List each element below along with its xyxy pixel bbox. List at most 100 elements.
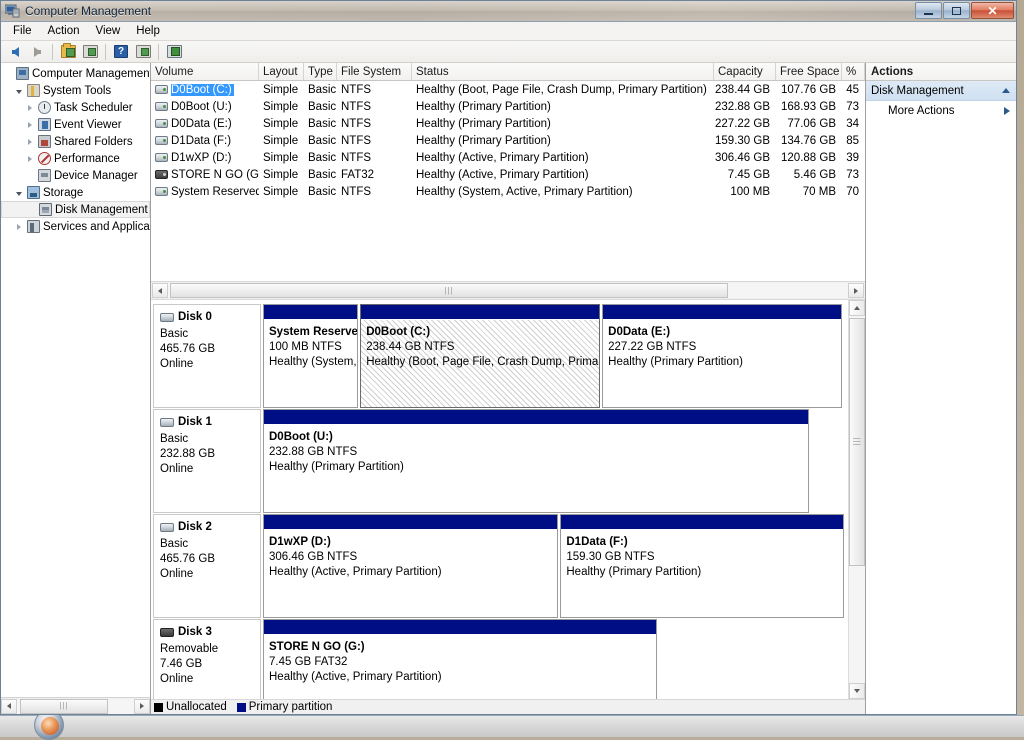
tree-scroll-left-button[interactable] — [1, 699, 17, 714]
partition-strip: System Reserved100 MB NTFSHealthy (Syste… — [261, 304, 846, 408]
expander-expanded-icon[interactable] — [12, 88, 25, 94]
legend-swatch-primary — [237, 703, 246, 712]
cell-layout: Simple — [259, 98, 304, 115]
column-header-capacity[interactable]: Capacity — [714, 63, 776, 80]
expander-expanded-icon[interactable] — [12, 190, 25, 196]
sidebar-item-label: Computer Management — [31, 68, 150, 80]
sidebar-item-task-scheduler[interactable]: Task Scheduler — [1, 99, 150, 116]
volume-row[interactable]: System ReservedSimpleBasicNTFSHealthy (S… — [151, 183, 865, 200]
cell-file-system: FAT32 — [337, 166, 412, 183]
volume-scroll-track[interactable]: ||| — [168, 283, 848, 298]
disk-info-panel[interactable]: Disk 0Basic465.76 GBOnline — [153, 304, 261, 408]
expander-collapsed-icon[interactable] — [23, 156, 36, 162]
sidebar-item-event-viewer[interactable]: Event Viewer — [1, 116, 150, 133]
forward-arrow-icon[interactable] — [27, 43, 47, 61]
minimize-button[interactable] — [915, 2, 942, 19]
volume-list-horizontal-scrollbar[interactable]: ||| — [151, 281, 865, 300]
computer-icon — [14, 67, 31, 80]
graph-scroll-thumb[interactable]: ||| — [849, 318, 865, 566]
partition[interactable]: D0Boot (C:)238.44 GB NTFSHealthy (Boot, … — [360, 304, 600, 408]
title-bar[interactable]: Computer Management ✕ — [1, 1, 1016, 22]
column-header-file-system[interactable]: File System — [337, 63, 412, 80]
cell-capacity: 232.88 GB — [714, 98, 776, 115]
volume-scroll-left-button[interactable] — [152, 283, 168, 298]
volume-row[interactable]: D0Data (E:)SimpleBasicNTFSHealthy (Prima… — [151, 115, 865, 132]
graphical-view-vertical-scrollbar[interactable]: ||| — [848, 300, 865, 699]
menu-view[interactable]: View — [88, 23, 129, 39]
column-header-type[interactable]: Type — [304, 63, 337, 80]
action-label: Disk Management — [871, 85, 964, 97]
volume-scroll-thumb[interactable]: ||| — [170, 283, 728, 298]
volume-row[interactable]: D1Data (F:)SimpleBasicNTFSHealthy (Prima… — [151, 132, 865, 149]
close-button[interactable]: ✕ — [971, 2, 1014, 19]
partition-name: System Reserved — [269, 325, 352, 340]
close-icon: ✕ — [972, 3, 1013, 18]
help-icon[interactable]: ? — [111, 43, 131, 61]
toolbar: ? — [1, 41, 1016, 63]
column-header-volume[interactable]: Volume — [151, 63, 259, 80]
up-folder-icon[interactable] — [58, 43, 78, 61]
disk-info-panel[interactable]: Disk 1Basic232.88 GBOnline — [153, 409, 261, 513]
action-disk-management[interactable]: Disk Management — [866, 81, 1016, 101]
column-header-layout[interactable]: Layout — [259, 63, 304, 80]
chevron-up-icon[interactable] — [1002, 88, 1010, 93]
sidebar-item-performance[interactable]: Performance — [1, 150, 150, 167]
tree-scroll-right-button[interactable] — [134, 699, 150, 714]
cell-percent: 70 — [842, 183, 865, 200]
expander-collapsed-icon[interactable] — [23, 105, 36, 111]
partition[interactable]: D0Data (E:)227.22 GB NTFSHealthy (Primar… — [602, 304, 842, 408]
volume-row[interactable]: D1wXP (D:)SimpleBasicNTFSHealthy (Active… — [151, 149, 865, 166]
sidebar-item-computer-management[interactable]: Computer Management — [1, 65, 150, 82]
menu-help[interactable]: Help — [128, 23, 168, 39]
partition[interactable]: D1Data (F:)159.30 GB NTFSHealthy (Primar… — [560, 514, 844, 618]
cell-type: Basic — [304, 132, 337, 149]
menu-file[interactable]: File — [5, 23, 40, 39]
tree-horizontal-scrollbar[interactable]: ||| — [1, 697, 150, 714]
cell-percent: 73 — [842, 166, 865, 183]
disk-name: Disk 2 — [178, 521, 212, 533]
chevron-right-icon[interactable] — [1004, 107, 1010, 115]
disk-state: Online — [160, 462, 260, 477]
show-hide-action-pane-icon[interactable] — [133, 43, 153, 61]
tree-scroll-track[interactable]: ||| — [17, 699, 134, 714]
volume-row[interactable]: D0Boot (U:)SimpleBasicNTFSHealthy (Prima… — [151, 98, 865, 115]
refresh-icon[interactable] — [164, 43, 184, 61]
partition[interactable]: D0Boot (U:)232.88 GB NTFSHealthy (Primar… — [263, 409, 809, 513]
volume-name: System Reserved — [171, 186, 259, 198]
menu-action[interactable]: Action — [40, 23, 88, 39]
partition-name: STORE N GO (G:) — [269, 640, 651, 655]
disk-management-icon — [37, 203, 54, 216]
show-hide-console-tree-icon[interactable] — [80, 43, 100, 61]
volume-name: D0Boot (C:) — [171, 84, 234, 96]
tree-scroll-thumb[interactable]: ||| — [20, 699, 108, 714]
restore-button[interactable] — [943, 2, 970, 19]
services-icon — [25, 220, 42, 233]
expander-collapsed-icon[interactable] — [23, 122, 36, 128]
column-header-[interactable]: % — [842, 63, 865, 80]
sidebar-item-services-and-applicat[interactable]: Services and Applicat — [1, 218, 150, 235]
sidebar-item-label: Disk Management — [54, 204, 148, 216]
graph-scroll-up-button[interactable] — [849, 300, 865, 316]
sidebar-item-storage[interactable]: Storage — [1, 184, 150, 201]
expander-collapsed-icon[interactable] — [12, 224, 25, 230]
sidebar-item-system-tools[interactable]: System Tools — [1, 82, 150, 99]
volume-row[interactable]: D0Boot (C:)SimpleBasicNTFSHealthy (Boot,… — [151, 81, 865, 98]
sidebar-item-shared-folders[interactable]: Shared Folders — [1, 133, 150, 150]
disk-info-panel[interactable]: Disk 2Basic465.76 GBOnline — [153, 514, 261, 618]
disk-info-panel[interactable]: Disk 3Removable7.46 GBOnline — [153, 619, 261, 699]
partition-status: Healthy (Primary Partition) — [566, 565, 838, 580]
partition[interactable]: D1wXP (D:)306.46 GB NTFSHealthy (Active,… — [263, 514, 558, 618]
sidebar-item-disk-management[interactable]: Disk Management — [1, 201, 150, 218]
expander-collapsed-icon[interactable] — [23, 139, 36, 145]
column-header-free-space[interactable]: Free Space — [776, 63, 842, 80]
graph-scroll-down-button[interactable] — [849, 683, 865, 699]
back-arrow-icon[interactable] — [5, 43, 25, 61]
sidebar-item-device-manager[interactable]: Device Manager — [1, 167, 150, 184]
partition[interactable]: STORE N GO (G:)7.45 GB FAT32Healthy (Act… — [263, 619, 657, 699]
partition[interactable]: System Reserved100 MB NTFSHealthy (Syste… — [263, 304, 358, 408]
volume-row[interactable]: STORE N GO (G:)SimpleBasicFAT32Healthy (… — [151, 166, 865, 183]
graph-scroll-track[interactable]: ||| — [849, 316, 865, 683]
column-header-status[interactable]: Status — [412, 63, 714, 80]
action-more-actions[interactable]: More Actions — [866, 101, 1016, 121]
volume-scroll-right-button[interactable] — [848, 283, 864, 298]
